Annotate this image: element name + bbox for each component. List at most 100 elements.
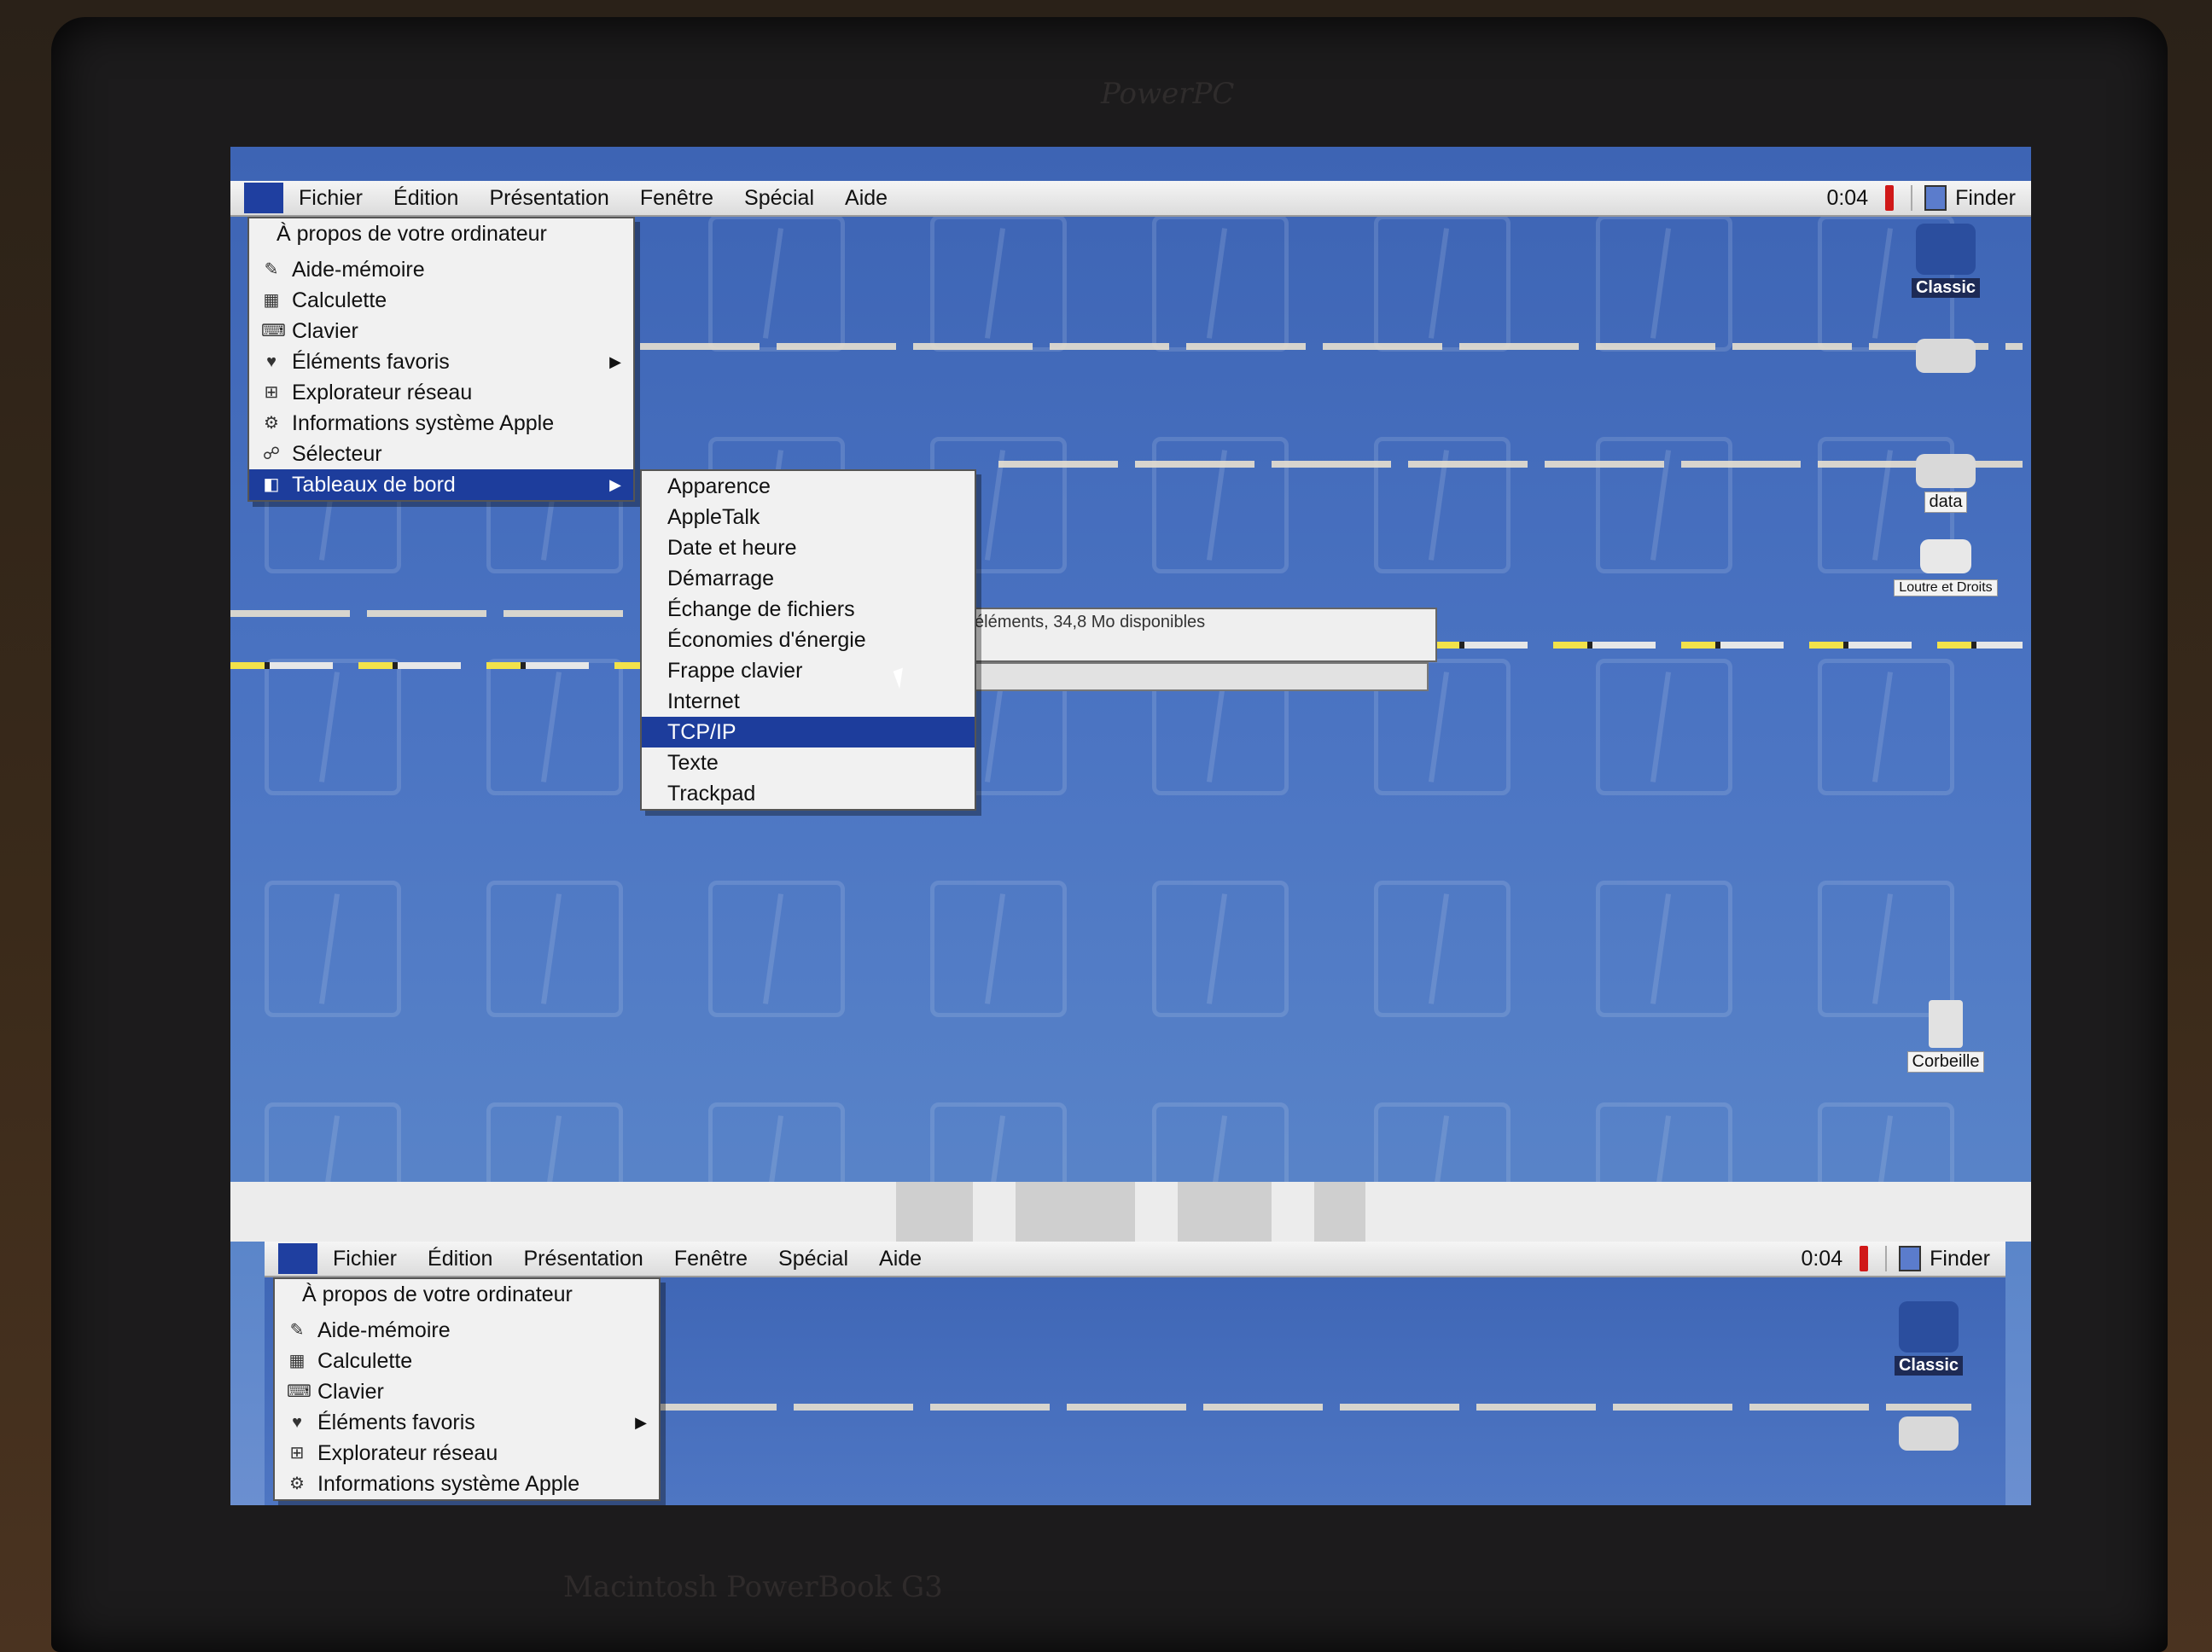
brand-top: PowerPC (1101, 77, 1235, 111)
wallpaper-finder-face-icon (1818, 659, 1954, 795)
submenu-item-echange-de-fichiers[interactable]: Échange de fichiers (642, 594, 975, 625)
desktop-icon-label: Classic (1894, 1356, 1964, 1376)
submenu-item-demarrage[interactable]: Démarrage (642, 563, 975, 594)
wallpaper-finder-face-icon (265, 881, 401, 1017)
control-panels-icon: ◧ (263, 475, 280, 494)
menu-item-tableaux-de-bord[interactable]: ◧ Tableaux de bord ▶ (249, 469, 633, 500)
menu-item-label: Éléments favoris (292, 350, 450, 374)
menu-fichier[interactable]: Fichier (333, 1247, 397, 1271)
submenu-item-apparence[interactable]: Apparence (642, 471, 975, 502)
menu-item-selecteur[interactable]: ☍ Sélecteur (249, 439, 633, 469)
clock[interactable]: 0:04 (1826, 186, 1868, 211)
submenu-item-economies-d-energie[interactable]: Économies d'énergie (642, 625, 975, 655)
menu-aide[interactable]: Aide (879, 1247, 922, 1271)
app-icon (1920, 539, 1971, 573)
menu-item-elements-favoris[interactable]: ♥ Éléments favoris ▶ (249, 346, 633, 377)
menu-bar: Fichier Édition Présentation Fenêtre Spé… (230, 181, 2031, 217)
menu-fichier[interactable]: Fichier (299, 186, 363, 211)
wallpaper-finder-face-icon (265, 659, 401, 795)
desktop-icon-data[interactable]: data (1895, 454, 1997, 513)
menu-item-label: Tableaux de bord (292, 473, 456, 497)
menu-item-clavier[interactable]: ⌨ Clavier (275, 1376, 659, 1407)
submenu-item-trackpad[interactable]: Trackpad (642, 778, 975, 809)
menu-presentation[interactable]: Présentation (523, 1247, 643, 1271)
menu-edition[interactable]: Édition (393, 186, 458, 211)
menu-bar-right: 0:04 Finder (1801, 1246, 1990, 1271)
wallpaper-finder-face-icon (1152, 881, 1289, 1017)
application-menu[interactable]: Finder (1911, 185, 2016, 211)
menu-item-informations-systeme[interactable]: ⚙ Informations système Apple (275, 1469, 659, 1499)
submenu-item-frappe-clavier[interactable]: Frappe clavier (642, 655, 975, 686)
system-info-icon: ⚙ (264, 414, 279, 433)
apple-menu-duplicate: À propos de votre ordinateur ✎ Aide-mémo… (273, 1277, 661, 1501)
submenu-item-date-et-heure[interactable]: Date et heure (642, 532, 975, 563)
note-icon: ✎ (264, 260, 279, 279)
desktop-icon-corbeille[interactable]: Corbeille (1895, 1000, 1997, 1073)
battery-icon (1885, 185, 1895, 211)
wallpaper-finder-face-icon (1596, 881, 1732, 1017)
menu-item-calculette[interactable]: ▦ Calculette (249, 285, 633, 316)
favorites-icon: ♥ (266, 352, 276, 371)
clock[interactable]: 0:04 (1801, 1247, 1842, 1271)
apple-menu-icon[interactable] (278, 1243, 317, 1274)
menu-special[interactable]: Spécial (744, 186, 814, 211)
submenu-item-internet[interactable]: Internet (642, 686, 975, 717)
menu-item-calculette[interactable]: ▦ Calculette (275, 1346, 659, 1376)
menu-item-about[interactable]: À propos de votre ordinateur (249, 218, 633, 249)
menu-item-label: Informations système Apple (317, 1472, 580, 1496)
menu-fenetre[interactable]: Fenêtre (640, 186, 713, 211)
submenu-arrow-icon: ▶ (635, 1414, 647, 1431)
menu-item-aide-memoire[interactable]: ✎ Aide-mémoire (249, 254, 633, 285)
application-menu[interactable]: Finder (1885, 1246, 1990, 1271)
menu-item-explorateur-reseau[interactable]: ⊞ Explorateur réseau (275, 1438, 659, 1469)
disk-icon (1916, 339, 1976, 373)
menu-bar-duplicate: Fichier Édition Présentation Fenêtre Spé… (265, 1242, 2005, 1277)
wallpaper-finder-face-icon (708, 215, 845, 352)
submenu-item-tcp-ip[interactable]: TCP/IP (642, 717, 975, 747)
finder-window-status: éléments, 34,8 Mo disponibles (964, 608, 1437, 662)
application-name: Finder (1930, 1246, 1990, 1271)
display-glitch (640, 343, 2023, 350)
desktop-icon-app[interactable]: Loutre et Droits (1886, 539, 2005, 596)
desktop-icon-label: data (1924, 492, 1968, 513)
wallpaper-finder-face-icon (1374, 881, 1511, 1017)
desktop-icon-classic[interactable]: Classic (1877, 1301, 1980, 1376)
menu-special[interactable]: Spécial (778, 1247, 848, 1271)
desktop-icon-label: Loutre et Droits (1894, 579, 1998, 596)
desktop-icon-disk[interactable] (1895, 339, 1997, 376)
menu-item-label: Explorateur réseau (292, 381, 473, 404)
apple-menu-icon[interactable] (244, 183, 283, 213)
brand-bottom: Macintosh PowerBook G3 (563, 1570, 943, 1604)
desktop-icon-disk[interactable] (1877, 1416, 1980, 1454)
wallpaper-finder-face-icon (930, 215, 1067, 352)
submenu-arrow-icon: ▶ (609, 476, 621, 493)
menu-aide[interactable]: Aide (845, 186, 888, 211)
battery-icon (1860, 1246, 1869, 1271)
menu-item-label: Aide-mémoire (317, 1318, 451, 1342)
menu-fenetre[interactable]: Fenêtre (674, 1247, 748, 1271)
keyboard-icon: ⌨ (287, 1382, 311, 1401)
menu-item-elements-favoris[interactable]: ♥ Éléments favoris ▶ (275, 1407, 659, 1438)
window-scrollbar[interactable] (964, 662, 1429, 691)
submenu-item-texte[interactable]: Texte (642, 747, 975, 778)
menu-item-informations-systeme[interactable]: ⚙ Informations système Apple (249, 408, 633, 439)
menu-edition[interactable]: Édition (428, 1247, 492, 1271)
menu-item-about[interactable]: À propos de votre ordinateur (275, 1279, 659, 1310)
application-name: Finder (1955, 185, 2016, 210)
menu-item-explorateur-reseau[interactable]: ⊞ Explorateur réseau (249, 377, 633, 408)
menu-item-clavier[interactable]: ⌨ Clavier (249, 316, 633, 346)
menu-item-label: Calculette (292, 288, 387, 312)
keyboard-icon: ⌨ (261, 322, 286, 340)
desktop-icon-label: Corbeille (1906, 1051, 1985, 1073)
disk-icon (1899, 1416, 1959, 1451)
wallpaper-finder-face-icon (1596, 437, 1732, 573)
chooser-icon: ☍ (262, 445, 281, 463)
submenu-item-appletalk[interactable]: AppleTalk (642, 502, 975, 532)
menu-item-aide-memoire[interactable]: ✎ Aide-mémoire (275, 1315, 659, 1346)
wallpaper-finder-face-icon (1818, 881, 1954, 1017)
note-icon: ✎ (289, 1321, 305, 1340)
artifact-block (896, 1182, 973, 1242)
menu-presentation[interactable]: Présentation (489, 186, 608, 211)
desktop-icon-classic[interactable]: Classic (1895, 224, 1997, 298)
menu-item-label: Clavier (317, 1380, 384, 1404)
